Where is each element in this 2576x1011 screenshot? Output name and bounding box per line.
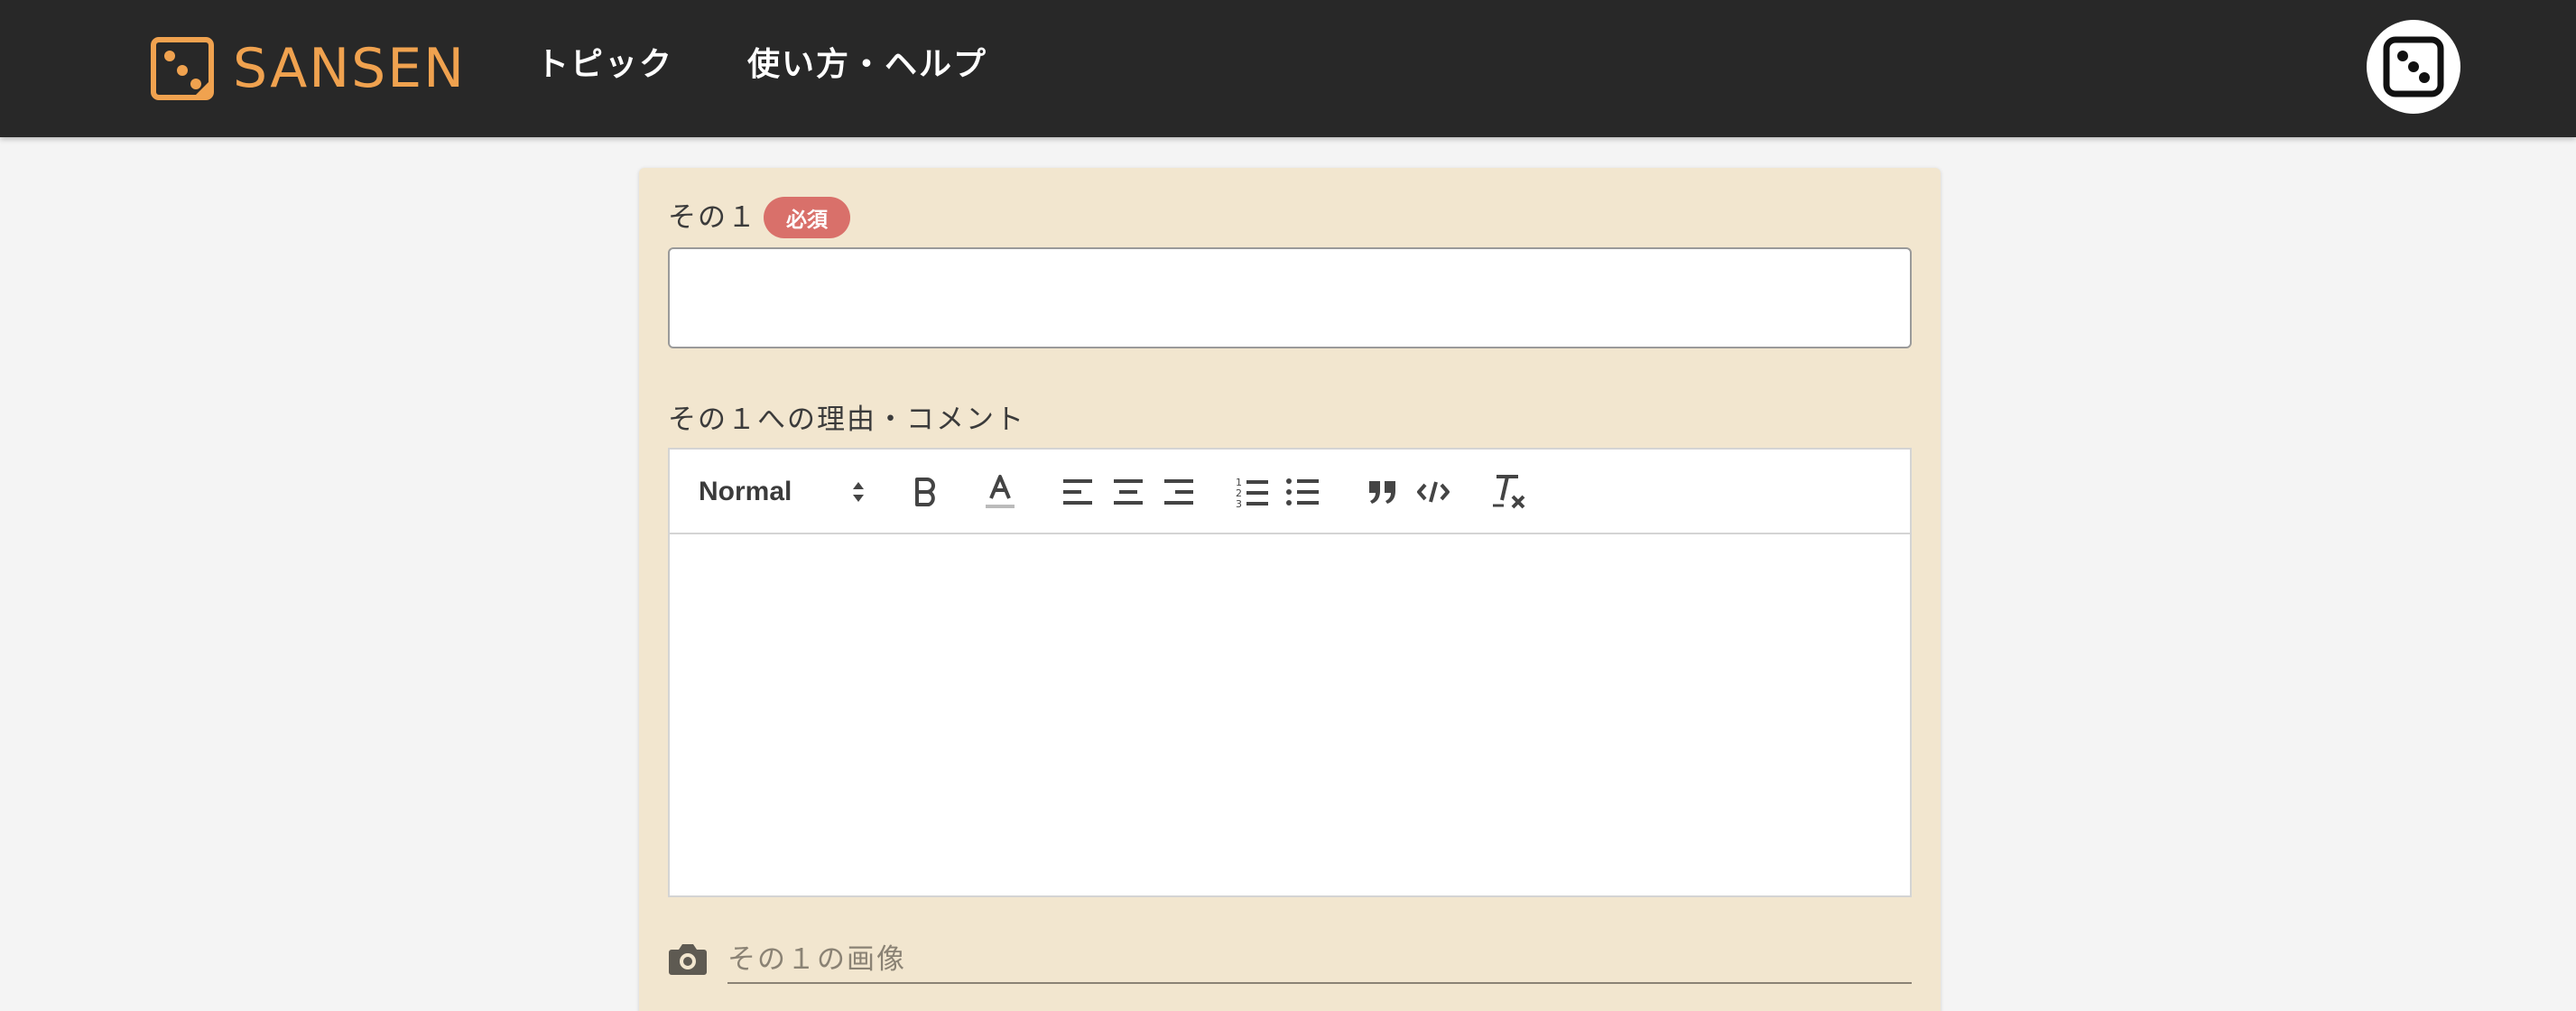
- field1-input[interactable]: [668, 247, 1912, 348]
- brand-name: SANSEN: [233, 37, 467, 100]
- bold-icon: [915, 478, 935, 506]
- image-file-input[interactable]: [727, 937, 1912, 984]
- blockquote-icon: [1369, 481, 1395, 504]
- text-color-icon: [986, 475, 1015, 508]
- ordered-list-button[interactable]: 1 2 3: [1235, 469, 1271, 515]
- image-upload-row: [668, 937, 1912, 997]
- align-center-icon: [1114, 479, 1143, 505]
- ordered-list-icon: 1 2 3: [1236, 477, 1268, 508]
- clear-format-icon: [1493, 475, 1525, 509]
- bold-button[interactable]: [906, 469, 946, 515]
- bullet-list-icon: [1286, 478, 1319, 506]
- field1-label: その１: [668, 201, 757, 234]
- editor-content-area[interactable]: [670, 536, 1910, 895]
- nav-help-link[interactable]: 使い方・ヘルプ: [747, 42, 987, 88]
- brand-logo-link[interactable]: SANSEN: [150, 34, 466, 103]
- rich-text-editor: Normal 1 2 3: [668, 448, 1912, 897]
- text-color-button[interactable]: [980, 469, 1020, 515]
- topic-form-card: その１ 必須 その１への理由・コメント Normal 1 2 3 その１の画像: [639, 168, 1941, 1011]
- header-format-select[interactable]: Normal: [699, 469, 866, 515]
- bullet-list-button[interactable]: [1285, 469, 1321, 515]
- required-badge: 必須: [764, 197, 850, 238]
- dice-three-icon: [2383, 36, 2444, 97]
- header-format-value: Normal: [699, 477, 792, 506]
- nav-topic-link[interactable]: トピック: [536, 42, 673, 88]
- clear-format-button[interactable]: [1489, 469, 1529, 515]
- code-icon: [1417, 481, 1450, 503]
- dice-logo-icon: [151, 37, 214, 100]
- code-button[interactable]: [1413, 469, 1453, 515]
- navbar: SANSEN トピック 使い方・ヘルプ: [0, 0, 2576, 137]
- camera-icon[interactable]: [668, 941, 708, 977]
- blockquote-button[interactable]: [1365, 469, 1401, 515]
- field2-label: その１への理由・コメント: [668, 403, 1025, 436]
- editor-toolbar: Normal 1 2 3: [670, 450, 1910, 534]
- svg-text:3: 3: [1236, 498, 1242, 508]
- align-center-button[interactable]: [1110, 469, 1146, 515]
- align-left-button[interactable]: [1060, 469, 1096, 515]
- align-left-icon: [1063, 479, 1092, 505]
- align-right-icon: [1164, 479, 1193, 505]
- user-avatar-button[interactable]: [2367, 20, 2460, 114]
- align-right-button[interactable]: [1161, 469, 1197, 515]
- updown-arrows-icon: [853, 482, 864, 502]
